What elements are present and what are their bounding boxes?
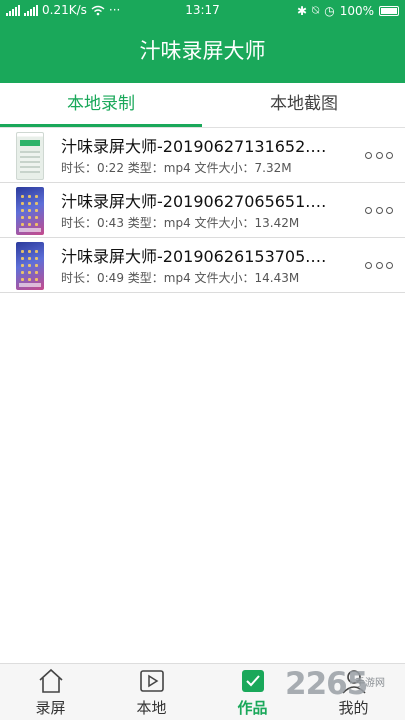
nav-local[interactable]: 本地 <box>101 664 202 720</box>
list-item[interactable]: 汁味录屏大师-20190627131652.… 时长：0:22 类型：mp4 文… <box>0 128 405 183</box>
works-icon <box>242 670 264 692</box>
video-thumbnail[interactable] <box>16 132 44 180</box>
watermark-logo: 2265 手游网 <box>285 664 405 718</box>
list-item[interactable]: 汁味录屏大师-20190627065651.… 时长：0:43 类型：mp4 文… <box>0 183 405 238</box>
page-title: 汁味录屏大师 <box>139 39 266 63</box>
tab-local-screenshots[interactable]: 本地截图 <box>203 83 405 128</box>
recording-list: 汁味录屏大师-20190627131652.… 时长：0:22 类型：mp4 文… <box>0 128 405 293</box>
mute-icon: ⍉ <box>312 3 320 17</box>
more-options-icon[interactable] <box>365 259 393 271</box>
recording-meta: 时长：0:22 类型：mp4 文件大小：7.32M <box>61 161 292 175</box>
nav-label: 本地 <box>136 699 167 717</box>
battery-percent: 100% <box>339 3 374 18</box>
more-options-icon[interactable] <box>365 204 393 216</box>
active-tab-indicator <box>0 124 202 127</box>
battery-icon <box>379 5 399 16</box>
video-thumbnail[interactable] <box>16 242 44 290</box>
more-options-icon[interactable] <box>365 149 393 161</box>
app-header: 汁味录屏大师 <box>0 20 405 83</box>
recording-title: 汁味录屏大师-20190627065651.… <box>61 192 327 211</box>
home-icon <box>39 668 63 693</box>
list-item[interactable]: 汁味录屏大师-20190626153705.… 时长：0:49 类型：mp4 文… <box>0 238 405 293</box>
recording-title: 汁味录屏大师-20190626153705.… <box>61 247 327 266</box>
video-thumbnail[interactable] <box>16 187 44 235</box>
tab-bar: 本地录制 本地截图 <box>0 83 405 128</box>
tab-local-recordings[interactable]: 本地录制 <box>0 83 202 128</box>
recording-meta: 时长：0:43 类型：mp4 文件大小：13.42M <box>61 216 300 230</box>
alarm-icon: ◷ <box>324 3 335 18</box>
nav-record[interactable]: 录屏 <box>0 664 101 720</box>
recording-meta: 时长：0:49 类型：mp4 文件大小：14.43M <box>61 271 300 285</box>
bluetooth-icon: ✱ <box>296 3 307 18</box>
status-bar: 0.21K/s ··· 13:17 ✱ ⍉ ◷ 100% <box>0 0 405 20</box>
play-icon <box>140 670 164 692</box>
watermark-sub: 手游网 <box>355 678 385 689</box>
recording-title: 汁味录屏大师-20190627131652.… <box>61 137 327 156</box>
nav-label: 录屏 <box>35 699 66 717</box>
status-right: ✱ ⍉ ◷ 100% <box>297 3 399 18</box>
